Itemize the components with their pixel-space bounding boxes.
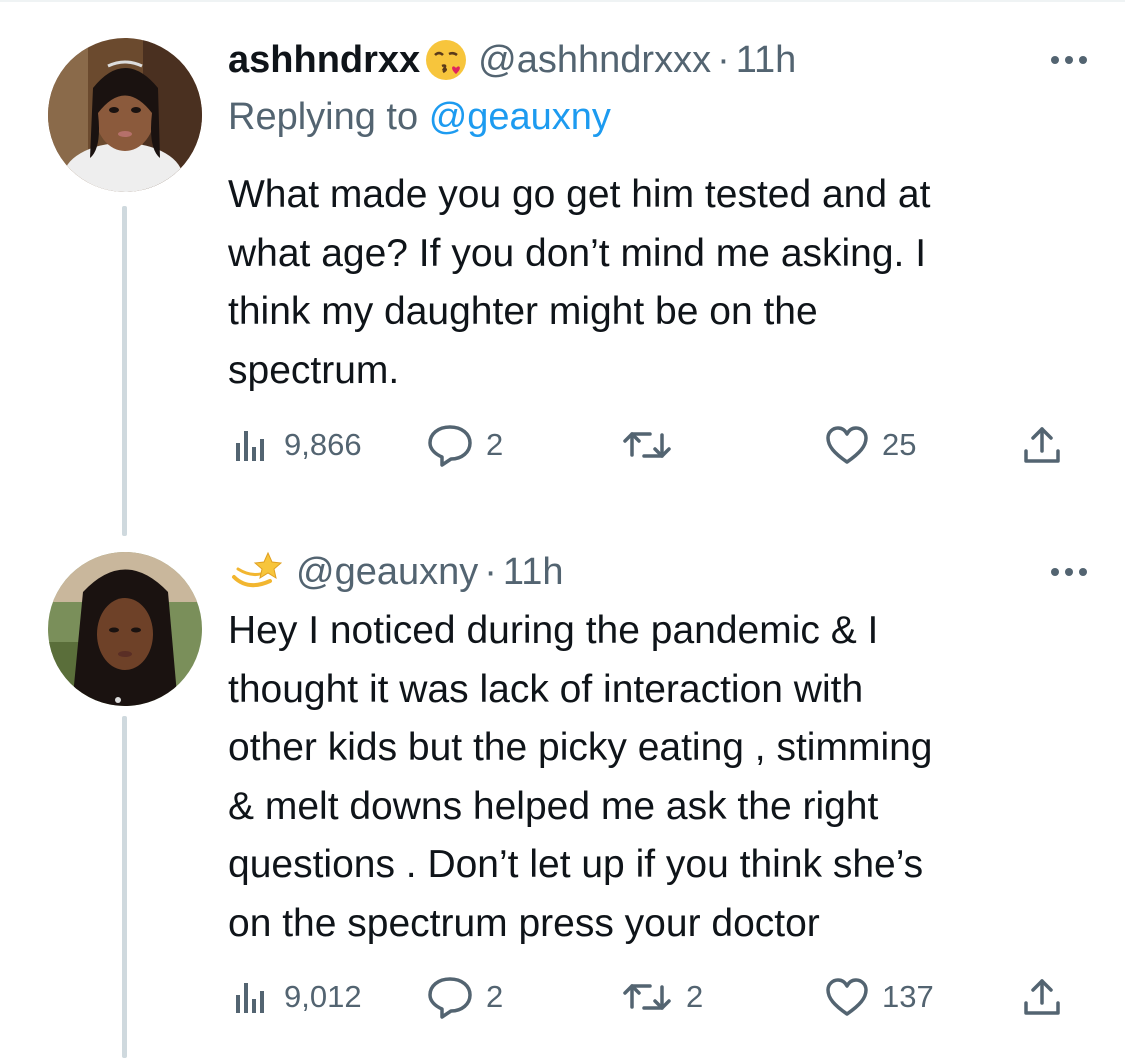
separator-dot: · bbox=[484, 550, 497, 593]
timestamp[interactable]: 11h bbox=[503, 551, 564, 594]
reply-count: 2 bbox=[486, 427, 504, 462]
retweet-button[interactable] bbox=[620, 422, 686, 468]
action-bar: 9,866 2 25 bbox=[228, 422, 1088, 468]
views-button[interactable]: 9,012 bbox=[232, 974, 362, 1020]
handle[interactable]: @ashhndrxxx bbox=[478, 39, 711, 82]
avatar[interactable] bbox=[48, 38, 202, 192]
separator-dot: · bbox=[717, 38, 730, 81]
timestamp[interactable]: 11h bbox=[736, 39, 797, 82]
like-count: 137 bbox=[882, 979, 934, 1014]
views-icon bbox=[232, 425, 272, 465]
share-icon bbox=[1020, 423, 1064, 467]
like-button[interactable]: 25 bbox=[824, 422, 916, 468]
heart-icon bbox=[824, 976, 870, 1018]
views-count: 9,866 bbox=[284, 427, 362, 462]
like-count: 25 bbox=[882, 427, 917, 462]
handle[interactable]: @geauxny bbox=[296, 551, 478, 594]
kissing-face-emoji-icon bbox=[424, 38, 468, 82]
share-button[interactable] bbox=[1020, 974, 1064, 1020]
share-button[interactable] bbox=[1020, 422, 1064, 468]
views-button[interactable]: 9,866 bbox=[232, 422, 362, 468]
views-count: 9,012 bbox=[284, 979, 362, 1014]
tweet-header: ashhndrxx @ashhndrxxx · 11h bbox=[228, 36, 796, 84]
more-options-icon[interactable] bbox=[1051, 56, 1087, 64]
reply-icon bbox=[426, 975, 474, 1019]
tweet-text: Hey I noticed during the pandemic & I th… bbox=[228, 609, 933, 945]
thread-line bbox=[122, 206, 127, 536]
reply-button[interactable]: 2 bbox=[426, 422, 503, 468]
action-bar: 9,012 2 2 137 bbox=[228, 974, 1088, 1020]
tweet-text: What made you go get him tested and at w… bbox=[228, 173, 931, 392]
reply-icon bbox=[426, 423, 474, 467]
avatar[interactable] bbox=[48, 552, 202, 706]
replying-label: Replying to bbox=[228, 96, 419, 138]
retweet-icon bbox=[620, 425, 674, 465]
tweet-2[interactable]: @geauxny · 11h Hey I noticed during the … bbox=[0, 540, 1125, 1058]
retweet-button[interactable]: 2 bbox=[620, 974, 703, 1020]
dizzy-star-emoji-icon bbox=[228, 547, 283, 597]
reply-mention-link[interactable]: @geauxny bbox=[429, 96, 611, 138]
views-icon bbox=[232, 977, 272, 1017]
tweet-1[interactable]: ashhndrxx @ashhndrxxx · 11h Replying to … bbox=[0, 0, 1125, 540]
retweet-count: 2 bbox=[686, 979, 704, 1014]
thread-line bbox=[122, 716, 127, 1058]
retweet-icon bbox=[620, 977, 674, 1017]
more-options-icon[interactable] bbox=[1051, 568, 1087, 576]
display-name[interactable]: ashhndrxx bbox=[228, 39, 420, 82]
reply-button[interactable]: 2 bbox=[426, 974, 503, 1020]
share-icon bbox=[1020, 975, 1064, 1019]
reply-count: 2 bbox=[486, 979, 504, 1014]
like-button[interactable]: 137 bbox=[824, 974, 934, 1020]
tweet-header: @geauxny · 11h bbox=[228, 548, 564, 596]
replying-to: Replying to @geauxny bbox=[228, 96, 611, 139]
heart-icon bbox=[824, 424, 870, 466]
